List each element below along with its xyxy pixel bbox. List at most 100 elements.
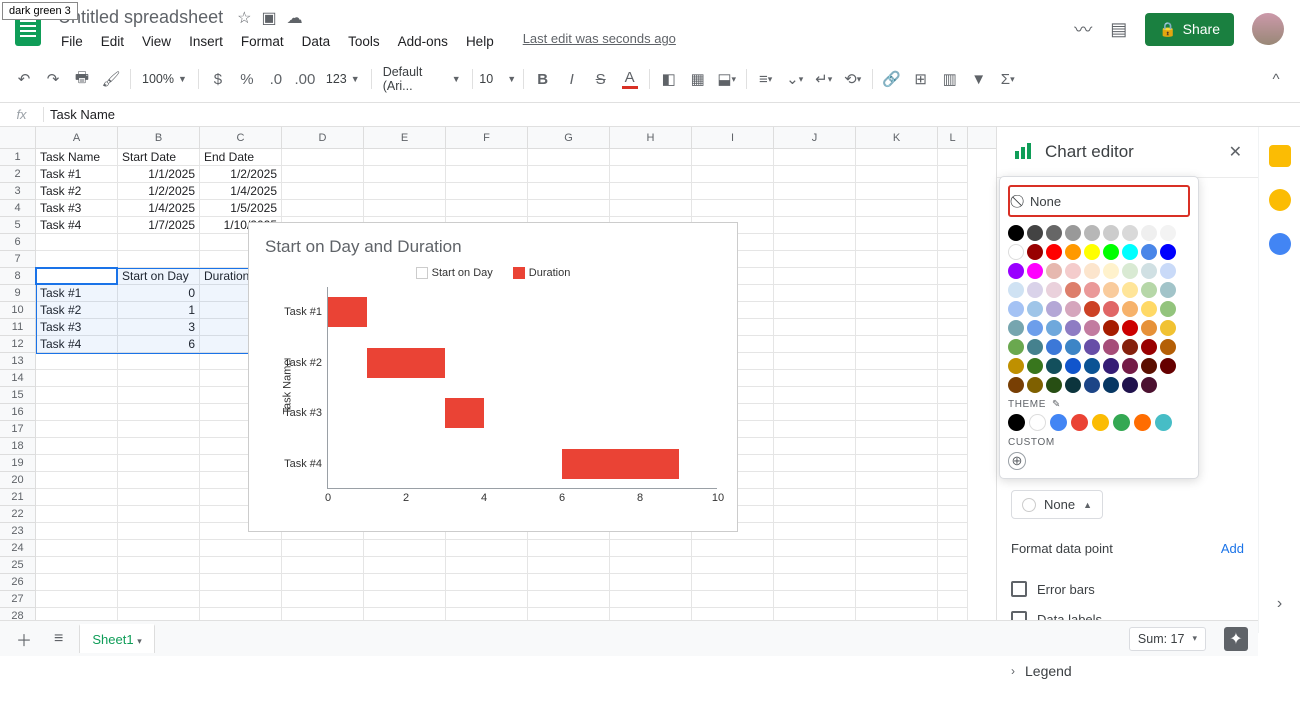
sheet-area[interactable]: ABCDEFGHIJKL 123456789101112131415161718… xyxy=(0,127,996,633)
color-swatch[interactable] xyxy=(1160,301,1176,317)
theme-swatch[interactable] xyxy=(1050,414,1067,431)
color-swatch[interactable] xyxy=(1065,244,1081,260)
cell[interactable]: 1/4/2025 xyxy=(118,200,200,217)
bold-button[interactable]: B xyxy=(529,66,557,92)
cell[interactable] xyxy=(938,336,968,353)
col-header-A[interactable]: A xyxy=(36,127,118,149)
cell[interactable] xyxy=(446,557,528,574)
cell[interactable] xyxy=(364,200,446,217)
color-swatch[interactable] xyxy=(1122,377,1138,393)
cell[interactable] xyxy=(938,353,968,370)
color-swatch[interactable] xyxy=(1103,301,1119,317)
color-swatch[interactable] xyxy=(1065,263,1081,279)
color-swatch[interactable] xyxy=(1008,377,1024,393)
cell[interactable] xyxy=(446,591,528,608)
cell[interactable] xyxy=(938,234,968,251)
cell[interactable] xyxy=(364,574,446,591)
row-header-23[interactable]: 23 xyxy=(0,523,36,540)
trend-icon[interactable]: 〰 xyxy=(1074,16,1092,42)
cell[interactable] xyxy=(774,557,856,574)
color-swatch[interactable] xyxy=(1103,377,1119,393)
cell[interactable] xyxy=(118,234,200,251)
color-swatch[interactable] xyxy=(1141,377,1157,393)
cell[interactable] xyxy=(36,234,118,251)
col-header-B[interactable]: B xyxy=(118,127,200,149)
cell[interactable] xyxy=(938,540,968,557)
col-header-L[interactable]: L xyxy=(938,127,968,149)
cell[interactable] xyxy=(938,319,968,336)
cell[interactable] xyxy=(856,183,938,200)
cell[interactable] xyxy=(36,370,118,387)
toolbar-more-button[interactable]: ^ xyxy=(1262,66,1290,92)
cell[interactable] xyxy=(774,285,856,302)
color-swatch[interactable] xyxy=(1122,320,1138,336)
cell[interactable] xyxy=(118,404,200,421)
close-icon[interactable]: ✕ xyxy=(1229,142,1242,162)
color-swatch[interactable] xyxy=(1084,263,1100,279)
cell[interactable] xyxy=(856,489,938,506)
theme-swatch[interactable] xyxy=(1134,414,1151,431)
cell[interactable] xyxy=(200,591,282,608)
theme-swatch[interactable] xyxy=(1155,414,1172,431)
bar[interactable] xyxy=(328,297,367,327)
cell[interactable] xyxy=(774,574,856,591)
cell[interactable] xyxy=(856,438,938,455)
cell[interactable] xyxy=(856,268,938,285)
col-header-F[interactable]: F xyxy=(446,127,528,149)
color-swatch[interactable] xyxy=(1027,282,1043,298)
cell[interactable] xyxy=(36,557,118,574)
strike-button[interactable]: S xyxy=(587,66,615,92)
row-header-13[interactable]: 13 xyxy=(0,353,36,370)
row-header-22[interactable]: 22 xyxy=(0,506,36,523)
error-bars-checkbox[interactable]: Error bars xyxy=(1011,574,1244,604)
doc-title[interactable]: Untitled spreadsheet xyxy=(54,6,227,29)
color-swatch[interactable] xyxy=(1027,225,1043,241)
select-all-corner[interactable] xyxy=(0,127,36,149)
cell[interactable] xyxy=(36,421,118,438)
color-swatch[interactable] xyxy=(1008,339,1024,355)
cell[interactable] xyxy=(938,574,968,591)
cell[interactable] xyxy=(692,149,774,166)
cell[interactable] xyxy=(856,557,938,574)
cell[interactable] xyxy=(118,353,200,370)
color-swatch[interactable] xyxy=(1122,358,1138,374)
functions-button[interactable]: Σ▾ xyxy=(994,66,1022,92)
cell[interactable] xyxy=(528,166,610,183)
cell[interactable] xyxy=(200,574,282,591)
series-color-select[interactable]: None ▲ xyxy=(1011,490,1103,519)
color-swatch[interactable] xyxy=(1103,263,1119,279)
menu-file[interactable]: File xyxy=(54,31,90,52)
row-header-6[interactable]: 6 xyxy=(0,234,36,251)
color-swatch[interactable] xyxy=(1046,320,1062,336)
color-swatch[interactable] xyxy=(1160,320,1176,336)
row-header-1[interactable]: 1 xyxy=(0,149,36,166)
cell[interactable] xyxy=(938,285,968,302)
theme-swatch[interactable] xyxy=(1029,414,1046,431)
cell[interactable] xyxy=(938,591,968,608)
cell[interactable] xyxy=(938,472,968,489)
cell[interactable] xyxy=(364,183,446,200)
cell[interactable] xyxy=(856,302,938,319)
cell[interactable] xyxy=(200,540,282,557)
cell[interactable] xyxy=(36,472,118,489)
color-swatch[interactable] xyxy=(1141,301,1157,317)
star-icon[interactable]: ☆ xyxy=(237,8,251,28)
cell[interactable] xyxy=(938,370,968,387)
cell[interactable] xyxy=(774,149,856,166)
cell[interactable] xyxy=(36,438,118,455)
cell[interactable] xyxy=(282,183,364,200)
cell[interactable] xyxy=(36,353,118,370)
color-swatch[interactable] xyxy=(1141,225,1157,241)
cell[interactable]: 1/2/2025 xyxy=(118,183,200,200)
cell[interactable] xyxy=(282,540,364,557)
color-swatch[interactable] xyxy=(1065,358,1081,374)
all-sheets-button[interactable]: ≡ xyxy=(48,626,69,652)
row-header-26[interactable]: 26 xyxy=(0,574,36,591)
color-swatch[interactable] xyxy=(1160,282,1176,298)
wrap-button[interactable]: ↵▾ xyxy=(810,66,838,92)
cell[interactable] xyxy=(692,591,774,608)
cell[interactable] xyxy=(118,370,200,387)
last-edit[interactable]: Last edit was seconds ago xyxy=(523,31,676,52)
cell[interactable] xyxy=(282,557,364,574)
col-header-C[interactable]: C xyxy=(200,127,282,149)
